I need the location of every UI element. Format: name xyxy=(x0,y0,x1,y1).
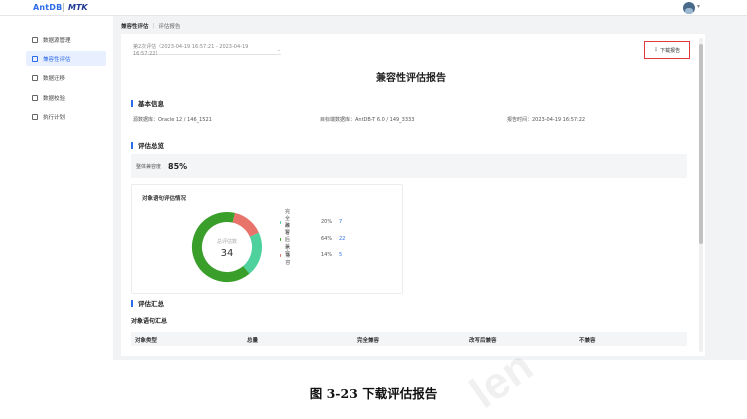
report-panel: 第2次评估（2023-04-19 16:57:21 - 2023-04-19 1… xyxy=(121,34,705,356)
sidebar-item-migration[interactable]: 数据迁移 xyxy=(26,70,106,85)
download-icon: ⇩ xyxy=(653,47,659,53)
legend-percent: 64% xyxy=(321,236,333,242)
target-db-info: 目标端数据库：AntDB-T 6.0 / 149_3333 xyxy=(320,117,415,123)
avatar[interactable] xyxy=(683,2,695,14)
section-marker xyxy=(131,141,133,149)
sidebar-item-label: 数据迁移 xyxy=(43,75,66,82)
report-time-info: 报告时间：2023-04-19 16:57:22 xyxy=(507,117,586,123)
column-header: 总量 xyxy=(247,338,259,344)
donut-chart: 总评估数 34 xyxy=(192,212,262,282)
sidebar-item-plan[interactable]: 执行计划 xyxy=(26,109,106,124)
sidebar-item-label: 执行计划 xyxy=(43,114,66,121)
donut-center-label: 总评估数 xyxy=(217,238,237,245)
section-heading: 评估总览 xyxy=(138,142,164,150)
section-marker xyxy=(131,99,133,107)
folder-icon xyxy=(32,74,38,81)
logo-divider xyxy=(63,3,64,12)
app-window: AntDB MTK ▾ 数据源管理 兼容性评估 数据迁移 数据校验 执行计划 兼… xyxy=(0,0,747,360)
sidebar-item-verify[interactable]: 数据校验 xyxy=(26,90,106,105)
legend-count[interactable]: 7 xyxy=(339,219,342,225)
breadcrumb-current: 评估报告 xyxy=(158,24,181,30)
calendar-icon xyxy=(32,113,38,120)
sidebar: 数据源管理 兼容性评估 数据迁移 数据校验 执行计划 xyxy=(0,16,113,360)
vertical-scrollbar[interactable] xyxy=(699,38,703,352)
sidebar-item-label: 兼容性评估 xyxy=(43,56,71,63)
download-report-label: 下载报告 xyxy=(660,47,681,54)
donut-center-value: 34 xyxy=(221,248,234,259)
source-db-info: 源数据库：Oracle 12 / 146_1521 xyxy=(133,117,212,123)
legend-label: 不兼容 xyxy=(285,245,291,266)
legend-item: 改写后兼容 64% 22 xyxy=(280,223,345,257)
assessment-select[interactable]: 第2次评估（2023-04-19 16:57:21 - 2023-04-19 1… xyxy=(133,43,281,57)
summary-table-header: 对象类型 总量 完全兼容 改写后兼容 不兼容 xyxy=(131,332,687,346)
legend-percent: 14% xyxy=(321,252,333,258)
sidebar-item-label: 数据校验 xyxy=(43,95,66,102)
legend-count[interactable]: 22 xyxy=(339,236,345,242)
product-name: MTK xyxy=(68,3,88,12)
scrollbar-thumb[interactable] xyxy=(699,44,703,244)
logo: AntDB xyxy=(33,3,63,12)
sidebar-item-label: 数据源管理 xyxy=(43,37,71,44)
document-icon xyxy=(32,55,38,62)
assessment-select-value: 第2次评估（2023-04-19 16:57:21 - 2023-04-19 1… xyxy=(133,43,249,57)
database-icon xyxy=(32,36,38,43)
object-assessment-card: 对象语句评估情况 总评估数 34 完全兼容 20% 7 改写后兼容 64% 22 xyxy=(131,184,403,294)
breadcrumb-separator: | xyxy=(152,23,155,29)
column-header: 改写后兼容 xyxy=(469,338,497,344)
score-value: 85% xyxy=(168,161,188,171)
breadcrumb: 兼容性评估 | 评估报告 xyxy=(121,20,180,32)
score-label: 整体兼容度 xyxy=(136,163,162,170)
section-heading: 基本信息 xyxy=(138,100,164,108)
legend-dot xyxy=(280,253,282,257)
check-icon xyxy=(32,94,38,101)
column-header: 对象类型 xyxy=(135,338,158,344)
legend-dot xyxy=(280,220,282,224)
section-summary: 评估汇总 xyxy=(131,298,164,308)
summary-subheading: 对象语句汇总 xyxy=(131,318,168,325)
sidebar-item-datasource[interactable]: 数据源管理 xyxy=(26,32,106,47)
column-header: 不兼容 xyxy=(579,338,596,344)
compatibility-score-box: 整体兼容度 85% xyxy=(131,154,687,178)
section-heading: 评估汇总 xyxy=(138,300,164,308)
legend-item: 不兼容 14% 5 xyxy=(280,246,342,266)
section-basic-info: 基本信息 xyxy=(131,98,164,108)
sidebar-item-compatibility[interactable]: 兼容性评估 xyxy=(26,51,106,66)
legend-count[interactable]: 5 xyxy=(339,252,342,258)
download-report-button[interactable]: ⇩ 下载报告 xyxy=(644,41,690,59)
legend-percent: 20% xyxy=(321,219,333,225)
chevron-down-icon: ⌄ xyxy=(276,46,281,53)
top-header: AntDB MTK ▾ xyxy=(0,0,747,16)
section-marker xyxy=(131,299,133,307)
figure-caption: 图 3-23 下载评估报告 xyxy=(309,386,438,401)
chart-title: 对象语句评估情况 xyxy=(142,196,187,202)
chevron-down-icon[interactable]: ▾ xyxy=(697,3,700,10)
report-title: 兼容性评估报告 xyxy=(376,73,446,84)
breadcrumb-parent[interactable]: 兼容性评估 xyxy=(121,22,149,30)
legend-dot xyxy=(280,237,281,241)
column-header: 完全兼容 xyxy=(357,338,380,344)
section-overview: 评估总览 xyxy=(131,140,164,150)
